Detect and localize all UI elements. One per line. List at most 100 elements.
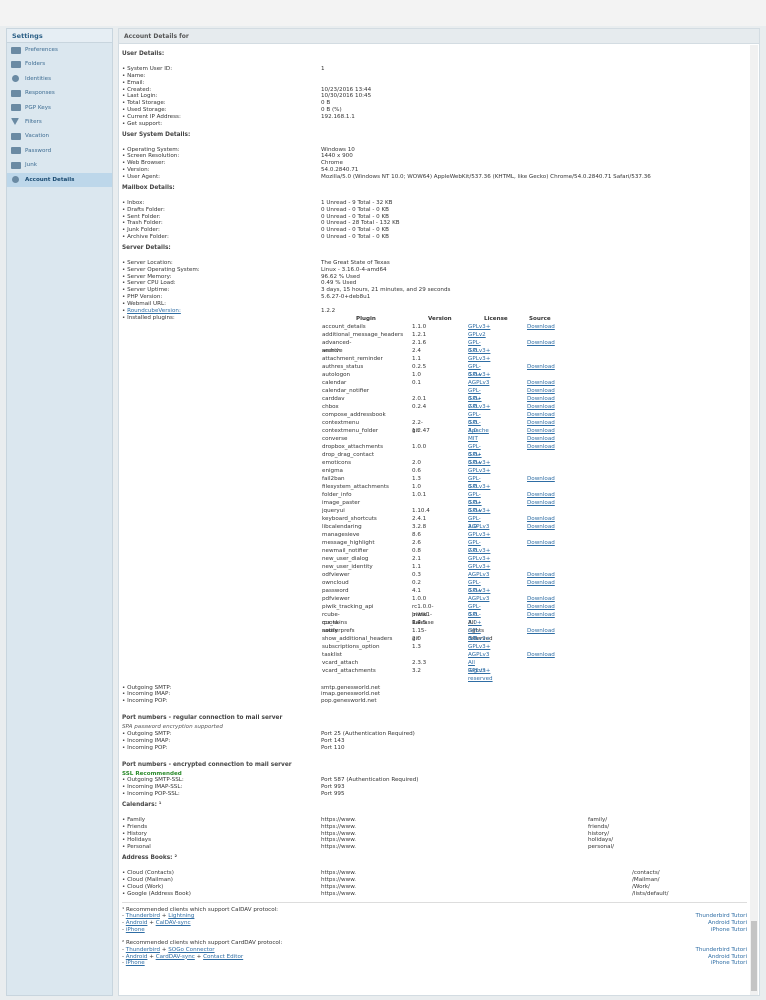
client-link[interactable]: SOGo Connector xyxy=(168,947,214,953)
detail-label: • Current IP Address: xyxy=(122,113,181,120)
sidebar-item-junk[interactable]: Junk xyxy=(7,158,112,172)
plugin-download-link[interactable]: Download xyxy=(527,595,555,603)
plugin-license-link[interactable]: GPLv3+ xyxy=(468,587,490,595)
detail-label: • Junk Folder: xyxy=(122,227,160,234)
plugin-license-link[interactable]: MIT xyxy=(468,435,478,443)
client-link[interactable]: Lightning xyxy=(168,913,194,919)
plugin-download-link[interactable]: Download xyxy=(527,499,555,507)
plugin-name: calendar xyxy=(322,379,347,386)
tutorial-link[interactable]: Thunderbird Tutorial xyxy=(695,947,747,954)
plugin-license-link[interactable]: GPLv3+ xyxy=(468,643,490,651)
plugin-license-link[interactable]: GPLv3+ xyxy=(468,323,490,331)
plugin-download-link[interactable]: Download xyxy=(527,395,555,403)
plugin-license-link[interactable]: GPLv3+ xyxy=(468,459,490,467)
plugin-download-link[interactable]: Download xyxy=(527,579,555,587)
plugin-download-link[interactable]: Download xyxy=(527,651,555,659)
plugin-name: vcard_attachments xyxy=(322,667,376,674)
tutorial-link[interactable]: Android Tutorial xyxy=(708,954,747,961)
sidebar-item-password[interactable]: Password xyxy=(7,144,112,158)
plugin-download-link[interactable]: Download xyxy=(527,571,555,579)
tutorial-link[interactable]: Android Tutorial xyxy=(708,920,747,927)
plugin-license-link[interactable]: GPLv3+ xyxy=(468,507,490,515)
client-link[interactable]: Thunderbird xyxy=(126,913,160,919)
detail-label: • Incoming IMAP-SSL: xyxy=(122,784,183,791)
plugin-download-link[interactable]: Download xyxy=(527,523,555,531)
plugin-download-link[interactable]: Download xyxy=(527,339,555,347)
plugin-license-link[interactable]: GPLv3+ xyxy=(468,347,490,355)
plugin-name: calendar_notifier xyxy=(322,387,370,394)
calendar-name: • Personal xyxy=(122,844,151,851)
plugin-download-link[interactable]: Download xyxy=(527,515,555,523)
client-link[interactable]: Thunderbird xyxy=(126,947,160,953)
scrollbar-thumb[interactable] xyxy=(751,921,757,991)
scrollbar[interactable] xyxy=(750,45,758,995)
password-icon xyxy=(11,147,21,155)
plugin-license-link[interactable]: GPLv3+ xyxy=(468,467,490,475)
plugin-version: 2.1.6 xyxy=(412,339,427,346)
client-link[interactable]: Android xyxy=(126,920,148,926)
plugin-license-link[interactable]: GPLv2 xyxy=(468,331,486,339)
plugin-download-link[interactable]: Download xyxy=(527,363,555,371)
plugin-download-link[interactable]: Download xyxy=(527,323,555,331)
plugin-download-link[interactable]: Download xyxy=(527,379,555,387)
tutorial-link[interactable]: iPhone Tutorial xyxy=(711,927,747,934)
roundcube-version-link[interactable]: RoundcubeVersion: xyxy=(127,308,181,314)
sidebar-item-vacation[interactable]: Vacation xyxy=(7,129,112,143)
plugin-license-link[interactable]: GPLv3+ xyxy=(468,547,490,555)
plugin-download-link[interactable]: Download xyxy=(527,491,555,499)
client-link[interactable]: iPhone xyxy=(126,927,145,933)
plugin-download-link[interactable]: Download xyxy=(527,403,555,411)
plugin-download-link[interactable]: Download xyxy=(527,435,555,443)
plugin-name: new_user_identity xyxy=(322,563,373,570)
plugin-download-link[interactable]: Download xyxy=(527,475,555,483)
plugin-download-link[interactable]: Download xyxy=(527,387,555,395)
client-link[interactable]: iPhone xyxy=(126,960,145,966)
folder-icon xyxy=(11,60,21,68)
plugin-license-link[interactable]: GPLv3+ xyxy=(468,403,490,411)
client-link[interactable]: CalDAV-sync xyxy=(156,920,191,926)
detail-value: Windows 10 xyxy=(321,146,355,153)
plugin-license-link[interactable]: GPLv3+ xyxy=(468,667,490,675)
plugin-license-link[interactable]: GPLv3+ xyxy=(468,531,490,539)
sidebar-item-responses[interactable]: Responses xyxy=(7,86,112,100)
plugin-download-link[interactable]: Download xyxy=(527,611,555,619)
sidebar-item-folders[interactable]: Folders xyxy=(7,57,112,71)
plugin-download-link[interactable]: Download xyxy=(527,443,555,451)
carddav-footnote-line: - Thunderbird + SOGo Connector Thunderbir… xyxy=(122,947,747,954)
sidebar-item-identities[interactable]: Identities xyxy=(7,72,112,86)
plugin-license-link[interactable]: GPLv3+ xyxy=(468,555,490,563)
sidebar-item-preferences[interactable]: Preferences xyxy=(7,43,112,57)
sidebar-item-pgp-keys[interactable]: PGP Keys xyxy=(7,101,112,115)
detail-label: • Server Operating System: xyxy=(122,266,200,273)
plugin-license-link[interactable]: GPLv3+ xyxy=(468,371,490,379)
account-details-panel: Account Details for User Details: • Syste… xyxy=(118,28,760,996)
sidebar-item-filters[interactable]: Filters xyxy=(7,115,112,129)
plugin-license-link[interactable]: AGPLv3 xyxy=(468,571,489,579)
plugin-license-link[interactable]: AGPLv3 xyxy=(468,651,489,659)
sidebar-item-account-details[interactable]: Account Details xyxy=(7,172,112,187)
plugin-license-link[interactable]: Apache xyxy=(468,427,489,435)
detail-label: • Outgoing SMTP-SSL: xyxy=(122,777,184,784)
tutorial-link[interactable]: iPhone Tutorial xyxy=(711,960,747,967)
detail-row: • Email: xyxy=(122,80,747,87)
plugin-license-link[interactable]: GPLv3+ xyxy=(468,355,490,363)
plugin-license-link[interactable]: GPLv3+ xyxy=(468,635,490,643)
plugin-license-link[interactable]: GPLv3+ xyxy=(468,563,490,571)
tutorial-link[interactable]: Thunderbird Tutorial xyxy=(695,913,747,920)
plugin-download-link[interactable]: Download xyxy=(527,603,555,611)
calendar-path: family/ xyxy=(588,816,608,823)
plugin-download-link[interactable]: Download xyxy=(527,411,555,419)
detail-row: • Server Memory: 96.62 % Used xyxy=(122,274,747,281)
plugin-download-link[interactable]: Download xyxy=(527,427,555,435)
client-link[interactable]: Contact Editor xyxy=(203,954,243,960)
plugin-license-link[interactable]: GPLv3+ xyxy=(468,483,490,491)
plugin-license-link[interactable]: AGPLv3 xyxy=(468,595,489,603)
client-link[interactable]: Android xyxy=(126,954,148,960)
plugin-download-link[interactable]: Download xyxy=(527,419,555,427)
plugin-download-link[interactable]: Download xyxy=(527,627,555,635)
plugin-license-link[interactable]: AGPLv3 xyxy=(468,379,489,387)
plugin-version: 2.4.1 xyxy=(412,515,427,522)
client-link[interactable]: CardDAV-sync xyxy=(156,954,195,960)
plugin-license-link[interactable]: AGPLv3 xyxy=(468,523,489,531)
plugin-download-link[interactable]: Download xyxy=(527,539,555,547)
